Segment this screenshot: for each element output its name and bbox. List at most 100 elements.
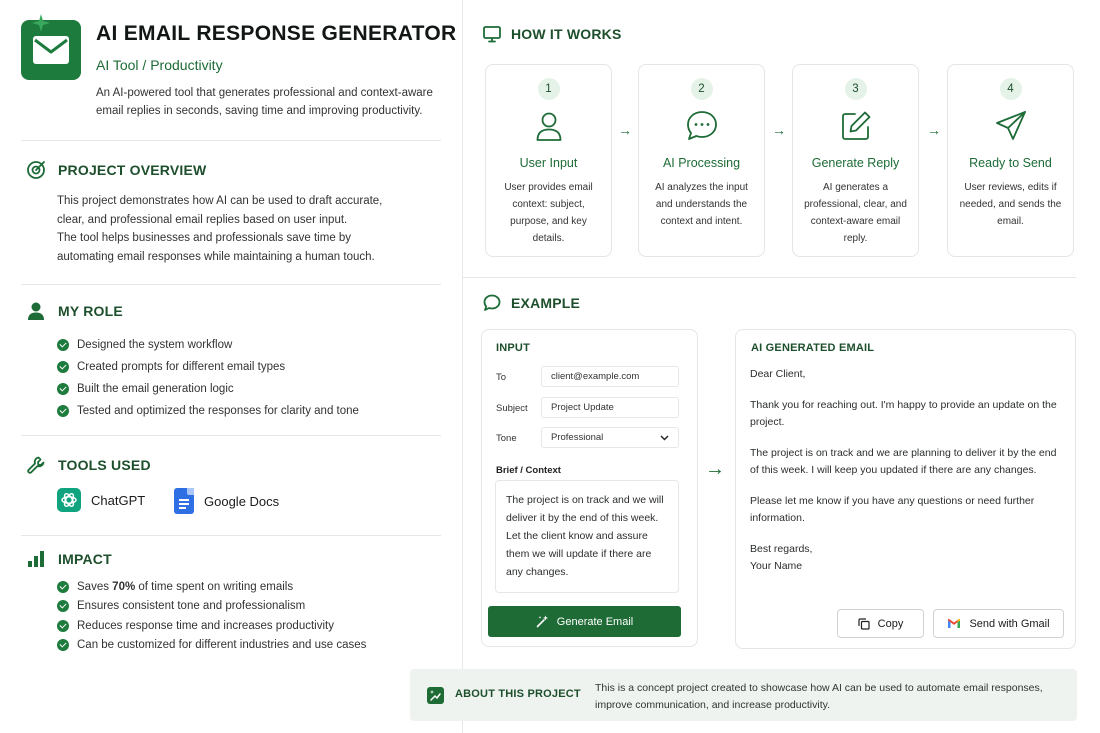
tone-select[interactable]: Professional	[541, 427, 679, 448]
list-item: Tested and optimized the responses for c…	[57, 400, 359, 422]
app-logo	[21, 14, 81, 80]
check-icon	[57, 383, 69, 395]
paper-plane-icon	[995, 111, 1026, 140]
overview-heading: PROJECT OVERVIEW	[26, 160, 206, 180]
divider	[21, 284, 441, 285]
subject-label: Subject	[496, 403, 528, 414]
email-paragraph: The project is on track and we are plann…	[750, 447, 1057, 476]
page-title: AI EMAIL RESPONSE GENERATOR	[96, 22, 457, 45]
list-item: Can be customized for different industri…	[57, 636, 366, 656]
divider	[21, 535, 441, 536]
step-card: 3 Generate Reply AI generates a professi…	[792, 64, 919, 257]
check-icon	[57, 361, 69, 373]
gmail-icon	[948, 618, 961, 628]
step-number: 4	[999, 78, 1022, 100]
arrow-right-icon: →	[772, 122, 786, 138]
wrench-icon	[27, 456, 45, 474]
about-text: This is a concept project created to sho…	[595, 682, 1043, 711]
divider	[21, 435, 441, 436]
step-card: 1 User Input User provides email context…	[485, 64, 612, 257]
page-subtitle: AI Tool / Productivity	[96, 57, 223, 73]
check-icon	[57, 619, 69, 632]
arrow-right-icon: →	[927, 122, 941, 138]
copy-icon	[858, 617, 870, 630]
tools-heading: TOOLS USED	[26, 455, 151, 475]
to-field[interactable]: client@example.com	[541, 366, 679, 387]
tool-chatgpt: ChatGPT	[57, 488, 145, 512]
email-paragraph: Please let me know if you have any quest…	[750, 495, 1035, 524]
google-docs-icon	[174, 488, 194, 514]
step-title: Generate Reply	[811, 156, 900, 170]
step-number: 1	[537, 78, 560, 100]
step-description: User provides email context: subject, pu…	[504, 182, 593, 244]
check-icon	[57, 639, 69, 652]
chatgpt-icon	[57, 488, 81, 512]
check-icon	[57, 339, 69, 351]
step-title: AI Processing	[662, 156, 741, 170]
arrow-right-icon: →	[618, 122, 632, 138]
brief-textarea[interactable]: The project is on track and we will deli…	[495, 480, 679, 593]
generate-email-button[interactable]: Generate Email	[488, 606, 681, 637]
check-icon	[57, 600, 69, 613]
example-heading: EXAMPLE	[483, 294, 580, 312]
role-list: Designed the system workflow Created pro…	[57, 334, 359, 422]
column-divider	[462, 0, 463, 733]
to-label: To	[496, 372, 507, 383]
list-item: Built the email generation logic	[57, 378, 359, 400]
envelope-icon	[33, 36, 69, 64]
step-description: AI generates a professional, clear, and …	[804, 182, 907, 244]
send-with-gmail-button[interactable]: Send with Gmail	[933, 609, 1064, 638]
monitor-icon	[483, 26, 501, 43]
list-item: Created prompts for different email type…	[57, 356, 359, 378]
email-greeting: Dear Client,	[750, 368, 806, 380]
list-item: Designed the system workflow	[57, 334, 359, 356]
magic-wand-icon	[536, 615, 548, 628]
user-icon	[536, 112, 561, 141]
step-title: Ready to Send	[969, 156, 1052, 170]
step-card: 2 AI Processing AI analyzes the input an…	[638, 64, 765, 257]
generated-email: Dear Client, Thank you for reaching out.…	[750, 366, 1065, 575]
edit-icon	[841, 111, 870, 140]
tone-label: Tone	[496, 433, 517, 444]
sparkle-chart-icon	[427, 687, 444, 704]
role-title: MY ROLE	[58, 303, 123, 319]
chat-bubble-icon	[686, 111, 717, 140]
divider	[21, 140, 441, 141]
example-title: EXAMPLE	[511, 295, 581, 311]
impact-list: Saves 70% of time spent on writing email…	[57, 577, 366, 655]
overview-paragraph: The tool helps businesses and profession…	[57, 232, 375, 263]
email-signature: Your Name	[750, 560, 803, 572]
role-heading: MY ROLE	[26, 301, 123, 321]
target-icon	[27, 161, 45, 179]
person-icon	[28, 302, 44, 320]
about-title: ABOUT THIS PROJECT	[455, 688, 581, 700]
step-number: 2	[690, 78, 713, 100]
how-title: HOW IT WORKS	[511, 26, 622, 42]
bar-chart-icon	[28, 551, 44, 567]
about-banner: ABOUT THIS PROJECT This is a concept pro…	[410, 669, 1077, 721]
brief-label: Brief / Context	[496, 465, 561, 476]
impact-title: IMPACT	[58, 551, 112, 567]
step-number: 3	[844, 78, 867, 100]
sparkle-icon	[32, 14, 50, 32]
impact-heading: IMPACT	[26, 549, 112, 569]
chevron-down-icon	[660, 435, 669, 440]
email-closing: Best regards,	[750, 543, 813, 555]
email-paragraph: Thank you for reaching out. I'm happy to…	[750, 399, 1057, 428]
input-panel: INPUT To client@example.com Subject Proj…	[481, 329, 698, 647]
overview-text: This project demonstrates how AI can be …	[57, 192, 397, 266]
step-card: 4 Ready to Send User reviews, edits if n…	[947, 64, 1074, 257]
overview-paragraph: This project demonstrates how AI can be …	[57, 195, 383, 226]
arrow-right-icon: →	[705, 458, 725, 480]
left-column: AI EMAIL RESPONSE GENERATOR AI Tool / Pr…	[0, 0, 462, 733]
check-icon	[57, 405, 69, 417]
list-item: Reduces response time and increases prod…	[57, 616, 366, 636]
speech-bubble-icon	[483, 294, 501, 311]
output-panel: AI GENERATED EMAIL Dear Client, Thank yo…	[735, 329, 1076, 649]
copy-button[interactable]: Copy	[837, 609, 924, 638]
tool-google-docs: Google Docs	[174, 488, 279, 514]
subject-field[interactable]: Project Update	[541, 397, 679, 418]
output-panel-title: AI GENERATED EMAIL	[751, 342, 875, 354]
divider	[463, 277, 1076, 278]
list-item: Saves 70% of time spent on writing email…	[57, 577, 366, 597]
